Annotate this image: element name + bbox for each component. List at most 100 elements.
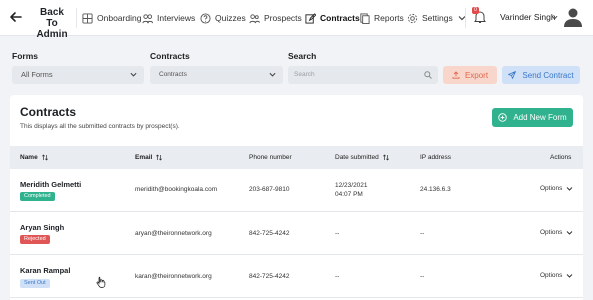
search-label: Search bbox=[288, 51, 317, 61]
options-dropdown[interactable]: Options bbox=[540, 272, 573, 279]
nav-prospects[interactable]: Prospects bbox=[249, 11, 302, 25]
status-badge: Rejected bbox=[20, 235, 50, 244]
column-header-date-label: Date submitted bbox=[335, 154, 379, 161]
send-icon bbox=[508, 71, 517, 79]
nav-interviews[interactable]: Interviews bbox=[142, 11, 195, 25]
nav-onboarding-label: Onboarding bbox=[97, 13, 142, 23]
export-button[interactable]: Export bbox=[443, 66, 497, 84]
nav-interviews-label: Interviews bbox=[157, 13, 196, 23]
column-header-actions: Actions bbox=[550, 154, 571, 161]
page-title: Contracts bbox=[20, 105, 77, 119]
column-header-name[interactable]: Name bbox=[20, 154, 48, 161]
prospect-phone: 842-725-4242 bbox=[249, 273, 290, 280]
status-badge: Completed bbox=[20, 192, 55, 201]
gear-icon bbox=[407, 13, 418, 23]
column-header-email-label: Email bbox=[135, 154, 153, 161]
nav-contracts[interactable]: Contracts bbox=[305, 11, 360, 25]
nav-reports-label: Reports bbox=[374, 13, 404, 23]
options-label: Options bbox=[540, 272, 563, 279]
options-dropdown[interactable]: Options bbox=[540, 185, 573, 192]
add-new-form-button[interactable]: Add New Form bbox=[492, 108, 573, 127]
top-navigation: Back To Admin Onboarding Interviews Quiz… bbox=[0, 0, 593, 40]
nav-contracts-label: Contracts bbox=[320, 13, 360, 23]
question-icon bbox=[200, 12, 211, 24]
nav-divider bbox=[76, 8, 77, 28]
export-button-label: Export bbox=[464, 70, 489, 80]
grid-icon bbox=[82, 12, 93, 24]
sort-icon bbox=[382, 154, 389, 161]
people-icon bbox=[142, 13, 153, 23]
search-placeholder: Search bbox=[294, 71, 315, 78]
time-submitted: 04:07 PM bbox=[335, 191, 363, 198]
column-header-phone-label: Phone number bbox=[249, 154, 292, 161]
nav-divider bbox=[465, 8, 466, 28]
ip-address: 24.136.6.3 bbox=[420, 186, 451, 193]
chevron-down-icon bbox=[567, 273, 573, 278]
page-subtitle: This displays all the submitted contract… bbox=[20, 123, 180, 130]
contracts-select[interactable]: Contracts bbox=[150, 66, 283, 84]
status-badge: Sent Out bbox=[20, 279, 50, 288]
contracts-card: Contracts This displays all the submitte… bbox=[10, 95, 583, 300]
column-header-phone: Phone number bbox=[249, 154, 292, 161]
user-name[interactable]: Varinder Singh bbox=[500, 12, 556, 22]
chevron-down-icon bbox=[130, 72, 137, 77]
nav-settings[interactable]: Settings bbox=[407, 11, 470, 25]
notification-badge: 0 bbox=[472, 7, 479, 14]
prospect-email: aryan@theironnetwork.org bbox=[135, 230, 212, 237]
options-dropdown[interactable]: Options bbox=[540, 229, 573, 236]
date-submitted: -- bbox=[335, 273, 340, 280]
table-row: Aryan Singh Rejected aryan@theironnetwor… bbox=[10, 212, 583, 255]
add-new-form-label: Add New Form bbox=[513, 113, 567, 122]
nav-settings-label: Settings bbox=[422, 13, 453, 23]
prospects-icon bbox=[249, 13, 260, 23]
nav-reports[interactable]: Reports bbox=[359, 11, 404, 25]
send-contract-button-label: Send Contract bbox=[522, 70, 574, 80]
forms-select-value: All Forms bbox=[21, 70, 53, 79]
back-arrow-icon[interactable] bbox=[9, 10, 23, 24]
column-header-ip: IP address bbox=[420, 154, 451, 161]
prospect-phone: 842-725-4242 bbox=[249, 230, 290, 237]
sort-icon bbox=[41, 154, 48, 161]
upload-icon bbox=[452, 71, 460, 79]
prospect-phone: 203-687-9810 bbox=[249, 186, 290, 193]
column-header-date[interactable]: Date submitted bbox=[335, 154, 389, 161]
search-icon bbox=[424, 71, 432, 79]
nav-prospects-label: Prospects bbox=[264, 13, 302, 23]
nav-quizzes-label: Quizzes bbox=[215, 13, 246, 23]
column-header-name-label: Name bbox=[20, 154, 38, 161]
table-row: Meridith Gelmetti Completed meridith@boo… bbox=[10, 169, 583, 212]
nav-onboarding[interactable]: Onboarding bbox=[82, 11, 141, 25]
column-header-ip-label: IP address bbox=[420, 154, 451, 161]
column-header-actions-label: Actions bbox=[550, 154, 572, 161]
avatar[interactable] bbox=[564, 7, 582, 27]
prospect-email: meridith@bookingkoala.com bbox=[135, 186, 218, 193]
table-header: Name Email Phone number Date submitted I… bbox=[10, 146, 583, 169]
search-input[interactable]: Search bbox=[288, 66, 438, 84]
options-label: Options bbox=[540, 185, 563, 192]
send-contract-button[interactable]: Send Contract bbox=[502, 66, 580, 84]
chevron-down-icon bbox=[567, 230, 573, 235]
forms-label: Forms bbox=[12, 51, 38, 61]
prospect-name[interactable]: Aryan Singh bbox=[20, 223, 64, 232]
date-submitted: 12/23/2021 bbox=[335, 182, 368, 189]
chevron-down-icon bbox=[269, 72, 276, 77]
chevron-down-icon[interactable] bbox=[551, 14, 558, 21]
document-icon bbox=[360, 12, 370, 24]
column-header-email[interactable]: Email bbox=[135, 154, 163, 161]
prospect-name[interactable]: Meridith Gelmetti bbox=[20, 180, 81, 189]
contracts-select-value: Contracts bbox=[159, 71, 187, 78]
prospect-email: karan@theironnetwork.org bbox=[135, 273, 212, 280]
ip-address: -- bbox=[420, 230, 425, 237]
nav-quizzes[interactable]: Quizzes bbox=[200, 11, 246, 25]
contracts-label: Contracts bbox=[150, 51, 190, 61]
back-to-admin-link[interactable]: Back To Admin bbox=[35, 7, 69, 40]
sort-icon bbox=[156, 154, 163, 161]
options-label: Options bbox=[540, 229, 563, 236]
plus-circle-icon bbox=[498, 113, 508, 122]
hand-cursor-icon bbox=[96, 276, 106, 288]
edit-icon bbox=[305, 12, 316, 24]
chevron-down-icon bbox=[567, 186, 573, 191]
prospect-name[interactable]: Karan Rampal bbox=[20, 266, 70, 275]
forms-select[interactable]: All Forms bbox=[12, 66, 144, 84]
date-submitted: -- bbox=[335, 230, 340, 237]
